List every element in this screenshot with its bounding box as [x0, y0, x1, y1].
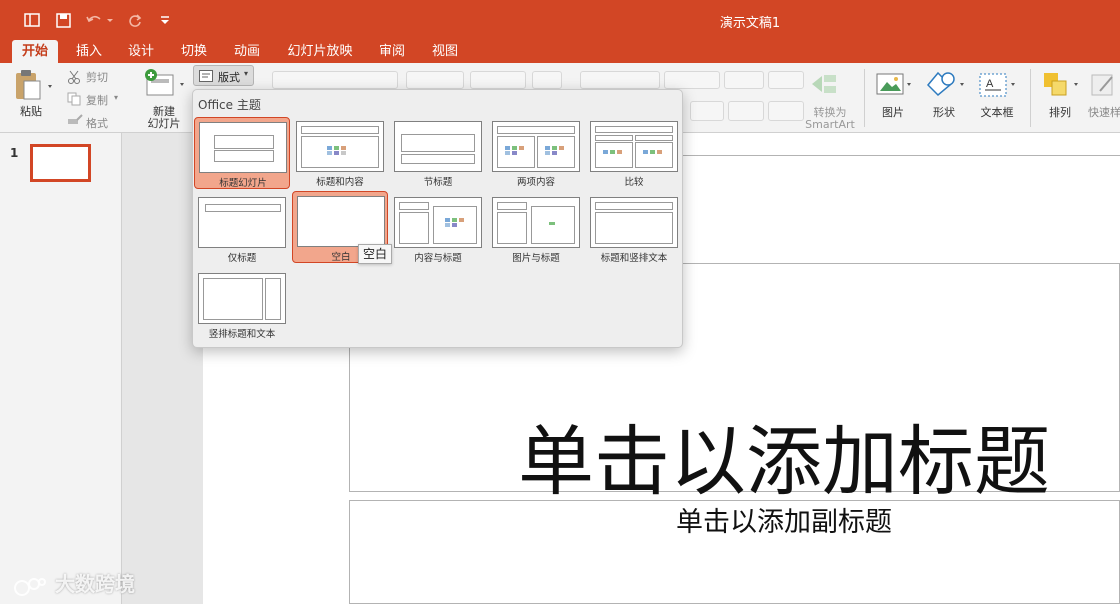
tab-slideshow[interactable]: 幻灯片放映: [282, 40, 358, 63]
line-spacing-button[interactable]: [724, 71, 764, 89]
layout-button[interactable]: 版式 ▾: [193, 65, 254, 86]
arrange-icon[interactable]: [1042, 71, 1082, 103]
tab-animations[interactable]: 动画: [228, 40, 266, 63]
watermark-text: 大数跨境: [54, 572, 135, 596]
font-grow-shrink[interactable]: [470, 71, 526, 89]
layout-two-content[interactable]: 两项内容: [488, 117, 584, 189]
gallery-header: Office 主题: [198, 98, 261, 112]
layout-thumbnail: [394, 197, 482, 248]
document-title: 演示文稿1: [719, 16, 781, 31]
picture-icon[interactable]: [876, 73, 914, 101]
smartart-icon[interactable]: [810, 71, 840, 101]
layout-thumbnail: [199, 122, 287, 173]
slide-edge-line: [683, 155, 1120, 156]
layout-label: 标题和竖排文本: [600, 253, 668, 264]
format-painter-icon[interactable]: [67, 113, 83, 132]
tab-insert[interactable]: 插入: [70, 40, 108, 63]
shape-label: 形状: [933, 106, 955, 119]
layout-thumbnail: [394, 121, 482, 172]
layout-thumbnail: [492, 197, 580, 248]
layout-thumbnail: [590, 197, 678, 248]
title-placeholder-text[interactable]: 单击以添加标题: [349, 400, 1120, 510]
paste-label: 粘贴: [20, 105, 42, 118]
layout-thumbnail: [198, 197, 286, 248]
ribbon-divider: [864, 69, 865, 127]
copy-icon[interactable]: [67, 91, 81, 110]
layout-title-only[interactable]: 仅标题: [194, 193, 290, 265]
watermark-logo-icon: [14, 577, 46, 596]
layout-label: 两项内容: [516, 177, 555, 188]
chevron-down-icon: ▾: [244, 69, 249, 78]
cut-label[interactable]: 剪切: [86, 69, 108, 85]
layout-tooltip: 空白: [358, 244, 392, 264]
quick-styles-label: 快速样: [1088, 106, 1120, 119]
ribbon-divider: [1030, 69, 1031, 127]
layout-label: 内容与标题: [414, 253, 462, 264]
layout-comparison[interactable]: 比较: [586, 117, 682, 189]
align-paragraph-button[interactable]: [768, 101, 804, 121]
arrange-label: 排列: [1049, 106, 1071, 119]
format-label[interactable]: 格式: [86, 115, 108, 131]
layout-button-label: 版式: [218, 71, 240, 84]
paste-icon[interactable]: [14, 69, 54, 105]
layout-thumbnail: [297, 196, 385, 247]
picture-label: 图片: [882, 106, 904, 119]
layout-label: 比较: [624, 177, 644, 188]
indent-buttons[interactable]: [664, 71, 720, 89]
align-text-button[interactable]: [690, 101, 724, 121]
layout-label: 标题幻灯片: [219, 178, 267, 189]
layout-thumbnail: [492, 121, 580, 172]
svg-text:A: A: [986, 78, 994, 90]
layout-label: 竖排标题和文本: [208, 329, 276, 340]
slide-thumbnail[interactable]: [30, 144, 91, 182]
textbox-label: 文本框: [980, 106, 1014, 119]
layout-title-slide[interactable]: 标题幻灯片: [194, 117, 290, 189]
tab-design[interactable]: 设计: [122, 40, 160, 63]
quick-styles-icon[interactable]: [1090, 71, 1120, 103]
shape-icon[interactable]: [926, 71, 966, 101]
title-bar: 演示文稿1: [0, 0, 1120, 40]
layout-label: 仅标题: [227, 253, 257, 264]
layout-vertical-title-text[interactable]: 竖排标题和文本: [194, 269, 290, 341]
layout-thumbnail: [198, 273, 286, 324]
list-buttons[interactable]: [580, 71, 660, 89]
tab-review[interactable]: 审阅: [373, 40, 411, 63]
cut-icon[interactable]: [67, 69, 81, 88]
slide-number: 1: [10, 146, 19, 160]
layout-section-header[interactable]: 节标题: [390, 117, 486, 189]
textbox-icon[interactable]: A: [978, 71, 1018, 103]
layout-icon: [199, 70, 213, 82]
text-direction-button[interactable]: [728, 101, 764, 121]
copy-label[interactable]: 复制: [86, 92, 108, 108]
ribbon-tabs: 开始 插入 设计 切换 动画 幻灯片放映 审阅 视图: [0, 40, 1120, 63]
clear-format-button[interactable]: [532, 71, 562, 89]
font-size-select[interactable]: [406, 71, 464, 89]
columns-button[interactable]: [768, 71, 804, 89]
layout-picture-with-caption[interactable]: 图片与标题: [488, 193, 584, 265]
new-slide-label-2: 幻灯片: [147, 117, 181, 130]
layout-label: 节标题: [423, 177, 453, 188]
font-name-select[interactable]: [272, 71, 398, 89]
new-slide-icon[interactable]: [143, 69, 187, 101]
layout-label: 标题和内容: [316, 177, 364, 188]
watermark: 大数跨境: [12, 568, 135, 598]
layout-thumbnail: [296, 121, 384, 172]
layout-label: 图片与标题: [512, 253, 560, 264]
copy-dropdown-icon[interactable]: ▾: [114, 93, 118, 102]
tab-home[interactable]: 开始: [12, 40, 58, 63]
layout-title-content[interactable]: 标题和内容: [292, 117, 388, 189]
layout-gallery: Office 主题 标题幻灯片 标题和内容 节标题 两项内容 比较 仅标题 空白…: [192, 89, 683, 348]
tab-view[interactable]: 视图: [426, 40, 464, 63]
layout-thumbnail: [590, 121, 678, 172]
layout-content-with-caption[interactable]: 内容与标题: [390, 193, 486, 265]
editor-gutter: [123, 133, 203, 604]
layout-title-vertical-text[interactable]: 标题和竖排文本: [586, 193, 682, 265]
subtitle-placeholder-text[interactable]: 单击以添加副标题: [349, 500, 1120, 539]
convert-smartart-label-2: SmartArt: [805, 118, 855, 131]
slide-thumbnail-pane: [0, 133, 122, 604]
tab-transitions[interactable]: 切换: [175, 40, 213, 63]
